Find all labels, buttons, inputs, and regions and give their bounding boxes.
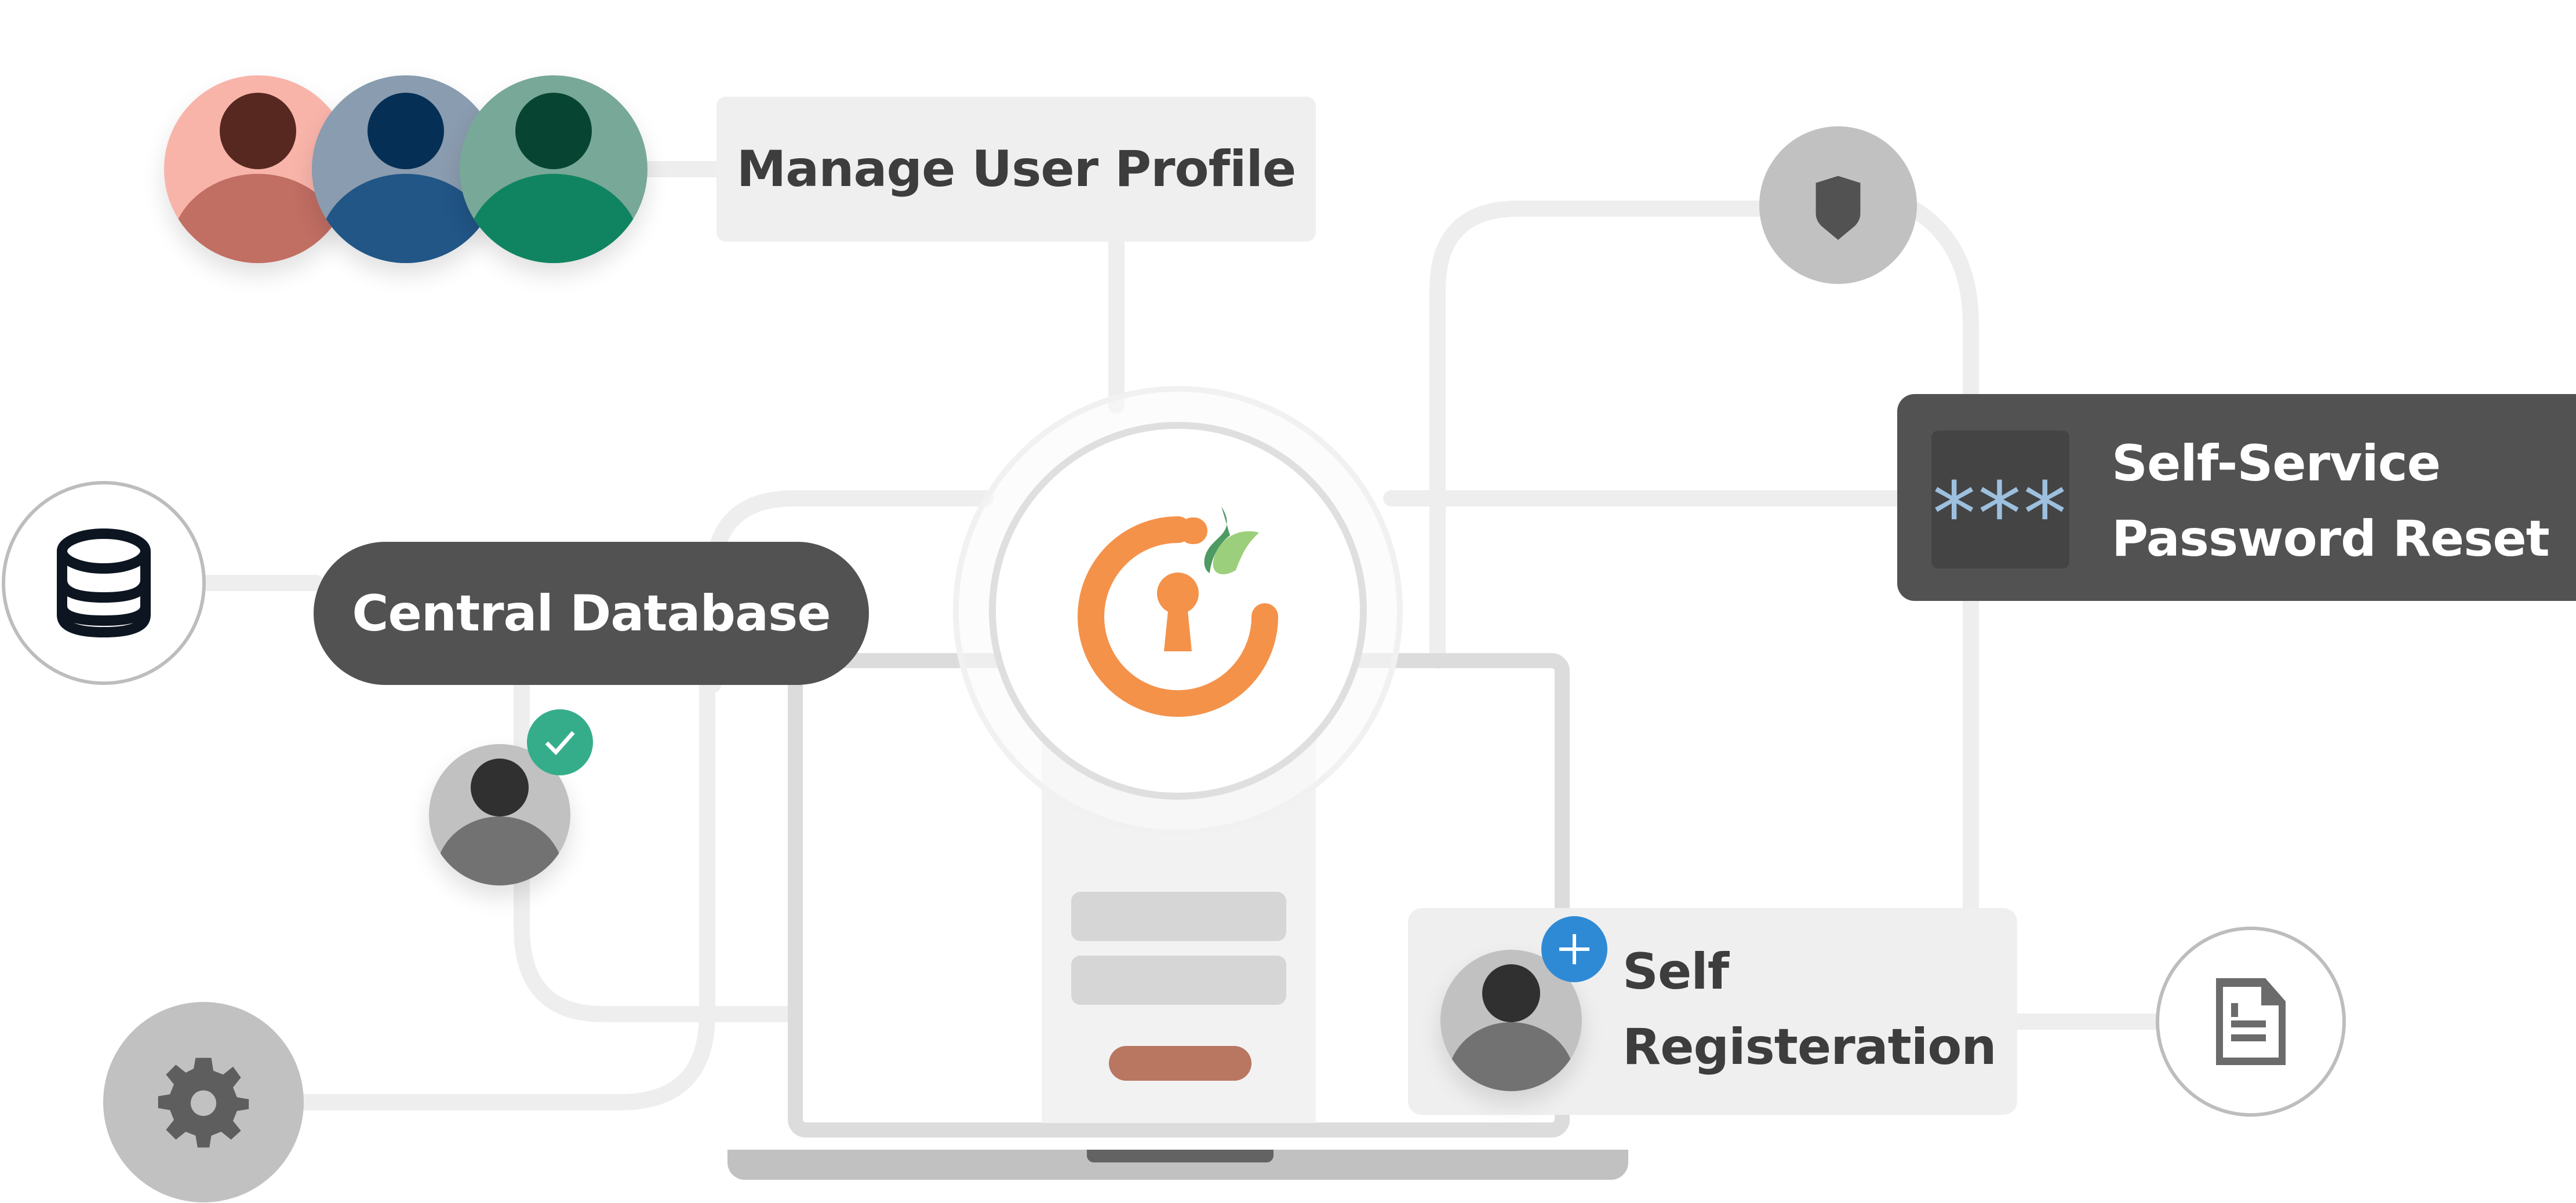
- security-node[interactable]: [1759, 126, 1917, 284]
- laptop-notch: [1087, 1150, 1274, 1162]
- shield-icon: [1815, 176, 1861, 240]
- login-button[interactable]: [1109, 1046, 1251, 1081]
- avatar-head: [471, 759, 529, 816]
- password-mask-text: ***: [1931, 464, 2069, 565]
- connector-shield-left: [1429, 200, 1770, 669]
- manage-user-profile-card[interactable]: Manage User Profile: [716, 97, 1316, 242]
- self-registration-card[interactable]: Self Registeration: [1408, 908, 2017, 1115]
- document-node[interactable]: [2156, 927, 2346, 1117]
- password-mask-field: ***: [1931, 431, 2069, 568]
- password-reset-line2: Password Reset: [2112, 510, 2550, 568]
- password-reset-card[interactable]: *** Self-Service Password Reset: [1897, 394, 2576, 601]
- avatar-head: [515, 93, 592, 169]
- avatar-body: [467, 174, 641, 263]
- self-registration-line1: Self: [1622, 943, 1729, 1001]
- username-input[interactable]: [1071, 892, 1286, 941]
- avatar-user-green: [460, 75, 647, 263]
- database-node[interactable]: [2, 481, 206, 685]
- gear-icon: [158, 1058, 249, 1148]
- avatar-head: [220, 93, 296, 169]
- central-database-label: Central Database: [352, 584, 831, 643]
- avatar-head: [1482, 964, 1540, 1022]
- keyhole-logo-icon: [1078, 506, 1278, 717]
- avatar-head: [368, 93, 444, 169]
- manage-user-profile-label: Manage User Profile: [736, 140, 1297, 198]
- database-icon: [57, 528, 151, 638]
- avatar-body: [436, 816, 563, 885]
- plus-badge-icon: [1541, 916, 1607, 982]
- self-registration-line2: Registeration: [1622, 1018, 1997, 1076]
- password-input[interactable]: [1071, 956, 1286, 1005]
- central-database-card[interactable]: Central Database: [314, 542, 869, 685]
- password-reset-line1: Self-Service: [2112, 435, 2441, 493]
- avatar-body: [1447, 1022, 1575, 1091]
- document-icon: [2216, 978, 2286, 1065]
- check-badge-icon: [527, 709, 593, 775]
- settings-node[interactable]: [103, 1002, 304, 1202]
